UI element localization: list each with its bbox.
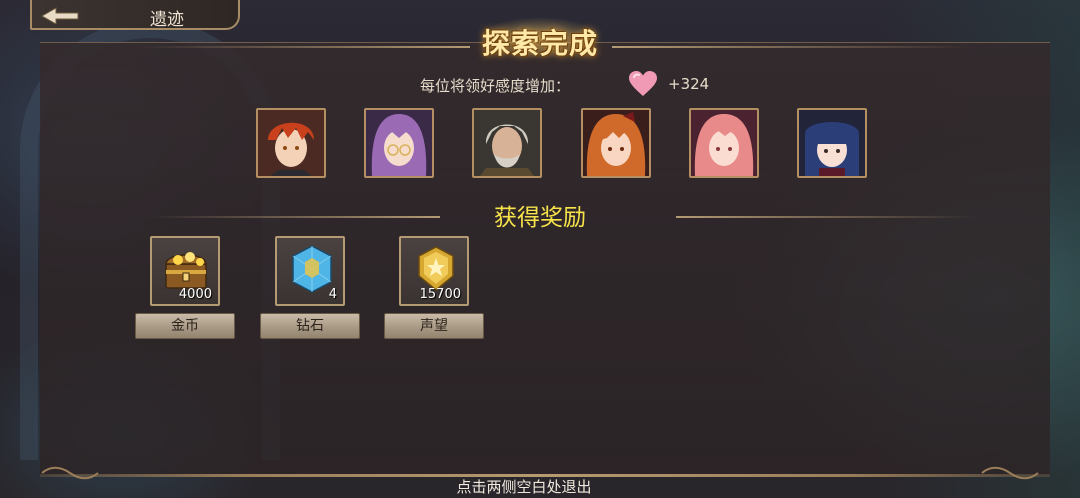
affection-label: 每位将领好感度增加： (420, 76, 571, 95)
portrait-navy-hair-female[interactable] (797, 108, 867, 178)
location-label: 遗迹 (150, 10, 184, 30)
reward-prestige[interactable]: 15700 (399, 236, 469, 306)
back-arrow-icon[interactable] (38, 4, 82, 24)
heart-icon (629, 71, 657, 96)
portrait-orange-hair-female[interactable] (581, 108, 651, 178)
portrait-white-hair-old-man[interactable] (472, 108, 542, 178)
portrait-purple-hair-glasses[interactable] (364, 108, 434, 178)
reward-diamond[interactable]: 4 (275, 236, 345, 306)
reward-header: 获得奖励 (494, 205, 586, 231)
title-divider-right (612, 46, 972, 48)
reward-prestige-label[interactable]: 声望 (384, 313, 484, 339)
portrait-pink-hair-female[interactable] (689, 108, 759, 178)
reward-gold-count: 4000 (178, 287, 212, 302)
reward-gold-label[interactable]: 金币 (135, 313, 235, 339)
reward-prestige-count: 15700 (419, 287, 461, 302)
reward-diamond-count: 4 (328, 287, 337, 302)
affection-value: +324 (668, 75, 710, 93)
reward-gold[interactable]: 4000 (150, 236, 220, 306)
exit-hint: 点击两侧空白处退出 (456, 478, 592, 496)
reward-diamond-label[interactable]: 钻石 (260, 313, 360, 339)
page-title: 探索完成 (481, 27, 598, 60)
title-divider-left (140, 46, 470, 48)
title-banner: 探索完成 (440, 10, 640, 66)
portrait-red-hair-male[interactable] (256, 108, 326, 178)
